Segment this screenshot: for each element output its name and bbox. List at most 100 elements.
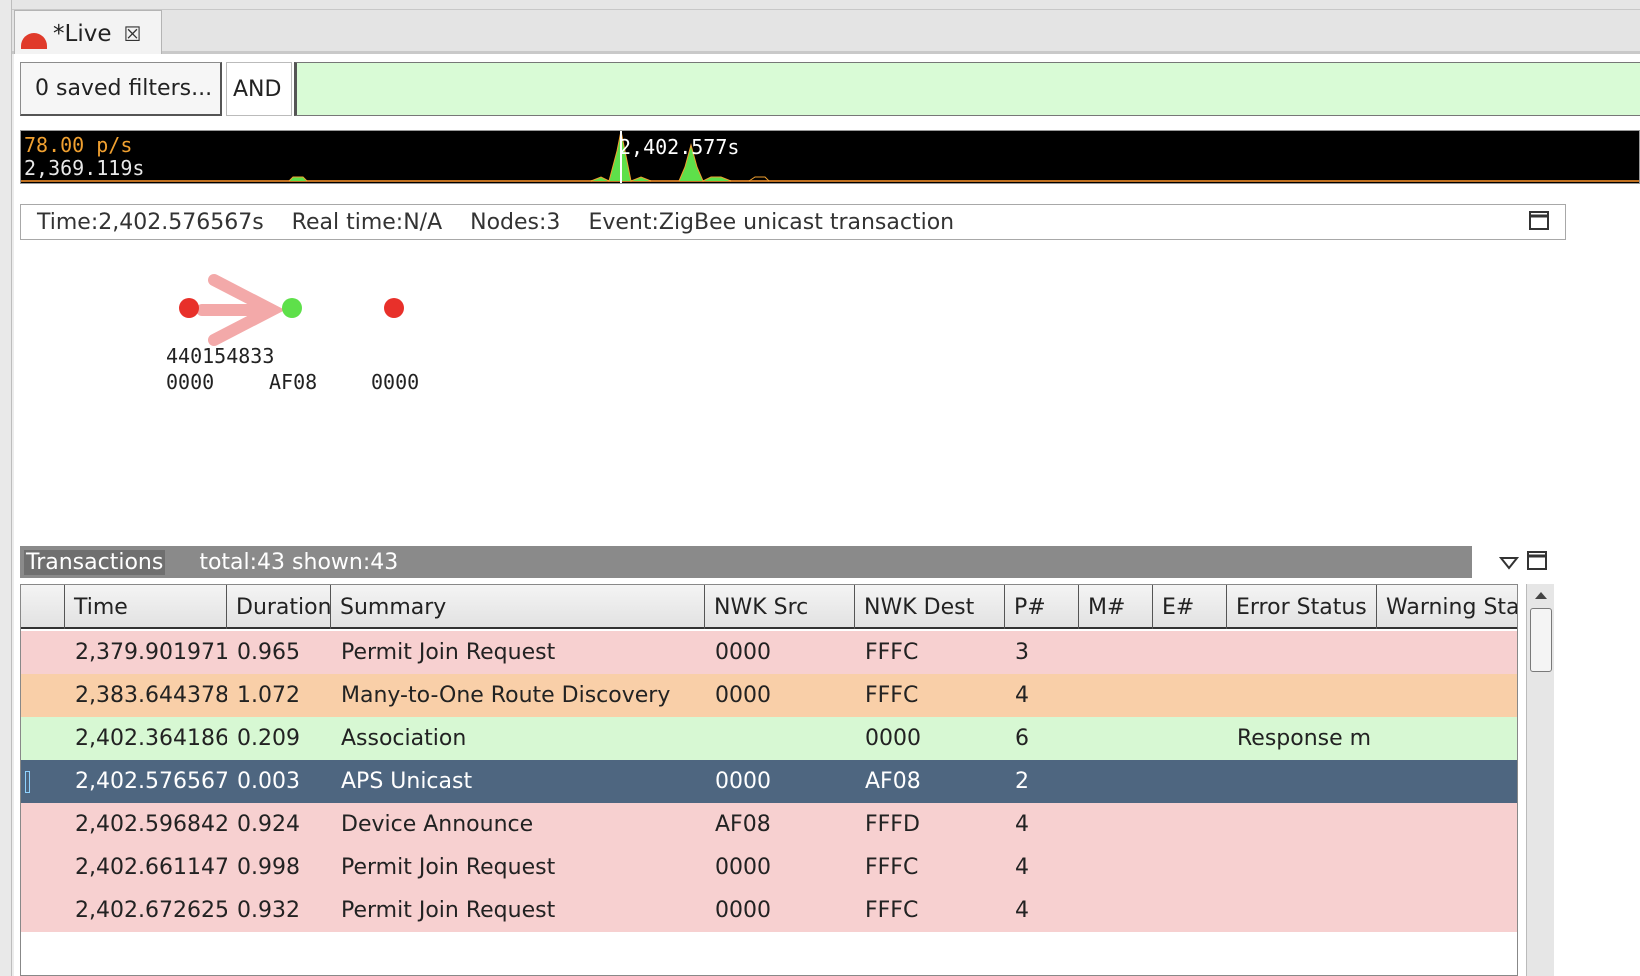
table-row[interactable]: 2,402.661147 0.998 Permit Join Request 0000… bbox=[21, 846, 1517, 889]
cell-m bbox=[1079, 889, 1153, 932]
cell-warning bbox=[1377, 846, 1517, 889]
column-header[interactable] bbox=[21, 585, 65, 629]
table-row[interactable]: 2,402.672625 0.932 Permit Join Request 0000… bbox=[21, 889, 1517, 932]
cell-summary: Permit Join Request bbox=[341, 855, 556, 880]
cell-error bbox=[1227, 846, 1377, 889]
cell-p: 4 bbox=[1015, 812, 1029, 837]
cell-duration: 0.998 bbox=[237, 855, 300, 880]
cell-summary: Device Announce bbox=[341, 812, 534, 837]
transaction-arrow bbox=[196, 274, 286, 346]
cell-m bbox=[1079, 631, 1153, 674]
timeline-cursor-time: 2,402.577s bbox=[619, 135, 740, 159]
cell-e bbox=[1153, 760, 1227, 803]
scrollbar-thumb[interactable] bbox=[1530, 608, 1552, 672]
maximize-icon[interactable] bbox=[1528, 210, 1550, 232]
cell-dest: 0000 bbox=[865, 726, 921, 751]
cell-dest: FFFD bbox=[865, 812, 920, 837]
transactions-table[interactable]: Time Duration Summary NWK Src NWK Dest P# M# E#… bbox=[20, 584, 1518, 976]
column-header[interactable]: NWK Src bbox=[705, 585, 855, 629]
filter-bar: 0 saved filters... AND bbox=[20, 62, 1640, 116]
cell-src: 0000 bbox=[715, 640, 771, 665]
node-dot-0000-b bbox=[384, 298, 404, 318]
tab-live[interactable]: *Live ☒ bbox=[14, 10, 162, 56]
cell-error bbox=[1227, 674, 1377, 717]
cell-m bbox=[1079, 803, 1153, 846]
column-header[interactable]: Warning Status bbox=[1377, 585, 1517, 629]
cell-summary: Permit Join Request bbox=[341, 640, 556, 665]
cell-m bbox=[1079, 846, 1153, 889]
column-header[interactable]: P# bbox=[1005, 585, 1079, 629]
cell-time: 2,383.644378 bbox=[75, 683, 227, 708]
left-edge bbox=[0, 0, 12, 976]
cell-warning bbox=[1377, 889, 1517, 932]
node-dot-0000 bbox=[179, 298, 199, 318]
cell-m bbox=[1079, 674, 1153, 717]
cell-time: 2,402.576567 bbox=[75, 769, 227, 794]
cell-duration: 0.003 bbox=[237, 769, 300, 794]
cell-src: 0000 bbox=[715, 898, 771, 923]
table-row[interactable]: 2,402.364186 0.209 Association 0000 6 Respons… bbox=[21, 717, 1517, 760]
cell-summary: Many-to-One Route Discovery bbox=[341, 683, 671, 708]
column-header[interactable]: M# bbox=[1079, 585, 1153, 629]
cell-summary: Association bbox=[341, 726, 467, 751]
cell-dest: FFFC bbox=[865, 683, 919, 708]
table-row[interactable]: 2,402.596842 0.924 Device Announce AF08 FFFD… bbox=[21, 803, 1517, 846]
vertical-scrollbar[interactable] bbox=[1526, 584, 1554, 976]
table-row-selected[interactable]: 2,402.576567 0.003 APS Unicast 0000 AF08 2 bbox=[21, 760, 1517, 803]
cell-e bbox=[1153, 803, 1227, 846]
column-header[interactable]: Duration bbox=[227, 585, 331, 629]
column-header[interactable]: NWK Dest bbox=[855, 585, 1005, 629]
cell-warning bbox=[1377, 760, 1517, 803]
cell-error bbox=[1227, 760, 1377, 803]
cell-summary: APS Unicast bbox=[341, 769, 473, 794]
cell-error bbox=[1227, 803, 1377, 846]
cell-warning bbox=[1377, 803, 1517, 846]
cell-error: Response m bbox=[1237, 726, 1372, 751]
transactions-title: Transactions bbox=[24, 549, 166, 575]
cell-p: 4 bbox=[1015, 855, 1029, 880]
dropdown-triangle-icon[interactable] bbox=[1498, 552, 1520, 574]
row-marker bbox=[21, 631, 65, 674]
tab-row: *Live ☒ bbox=[12, 10, 1640, 56]
node-extra-label: 440154833 bbox=[166, 344, 275, 368]
capture-panel: 0 saved filters... AND 78.00 p/s 2,369.1… bbox=[14, 54, 1640, 976]
row-marker bbox=[21, 674, 65, 717]
info-time: Time:2,402.576567s bbox=[37, 209, 264, 235]
node-graph-view[interactable]: 440154833 0000 AF08 0000 bbox=[14, 244, 1640, 596]
cell-dest: FFFC bbox=[865, 855, 919, 880]
column-header[interactable]: Time bbox=[65, 585, 227, 629]
cell-time: 2,402.672625 bbox=[75, 898, 227, 923]
cell-time: 2,402.364186 bbox=[75, 726, 227, 751]
cell-e bbox=[1153, 846, 1227, 889]
node-id-label: 0000 bbox=[371, 370, 420, 394]
timeline-histogram[interactable]: 78.00 p/s 2,369.119s 2,402.577s bbox=[20, 130, 1640, 184]
table-row[interactable]: 2,383.644378 1.072 Many-to-One Route Disco… bbox=[21, 674, 1517, 717]
cell-error bbox=[1227, 889, 1377, 932]
cell-p: 4 bbox=[1015, 683, 1029, 708]
scroll-up-arrow-icon[interactable] bbox=[1529, 586, 1553, 606]
cell-p: 4 bbox=[1015, 898, 1029, 923]
saved-filters-button[interactable]: 0 saved filters... bbox=[20, 62, 222, 116]
filter-operator[interactable]: AND bbox=[226, 62, 292, 116]
close-icon[interactable]: ☒ bbox=[123, 22, 141, 46]
event-info-bar: Time:2,402.576567s Real time:N/A Nodes:3… bbox=[20, 204, 1566, 240]
cell-warning bbox=[1377, 631, 1517, 674]
cell-duration: 0.209 bbox=[237, 726, 300, 751]
cell-warning bbox=[1377, 674, 1517, 717]
timeline-start: 2,369.119s bbox=[24, 156, 145, 180]
row-marker bbox=[21, 846, 65, 889]
cell-e bbox=[1153, 717, 1227, 760]
column-header[interactable]: E# bbox=[1153, 585, 1227, 629]
maximize-icon[interactable] bbox=[1526, 550, 1548, 572]
cell-dest: FFFC bbox=[865, 898, 919, 923]
column-header[interactable]: Summary bbox=[331, 585, 705, 629]
table-row[interactable]: 2,379.901971 0.965 Permit Join Request 0000… bbox=[21, 631, 1517, 674]
filter-input[interactable] bbox=[294, 62, 1640, 116]
cell-src: 0000 bbox=[715, 855, 771, 880]
live-capture-icon bbox=[21, 32, 47, 49]
timeline-graph bbox=[21, 131, 1639, 183]
row-marker bbox=[21, 760, 65, 803]
cell-e bbox=[1153, 889, 1227, 932]
column-header[interactable]: Error Status bbox=[1227, 585, 1377, 629]
info-nodes: Nodes:3 bbox=[470, 209, 561, 235]
